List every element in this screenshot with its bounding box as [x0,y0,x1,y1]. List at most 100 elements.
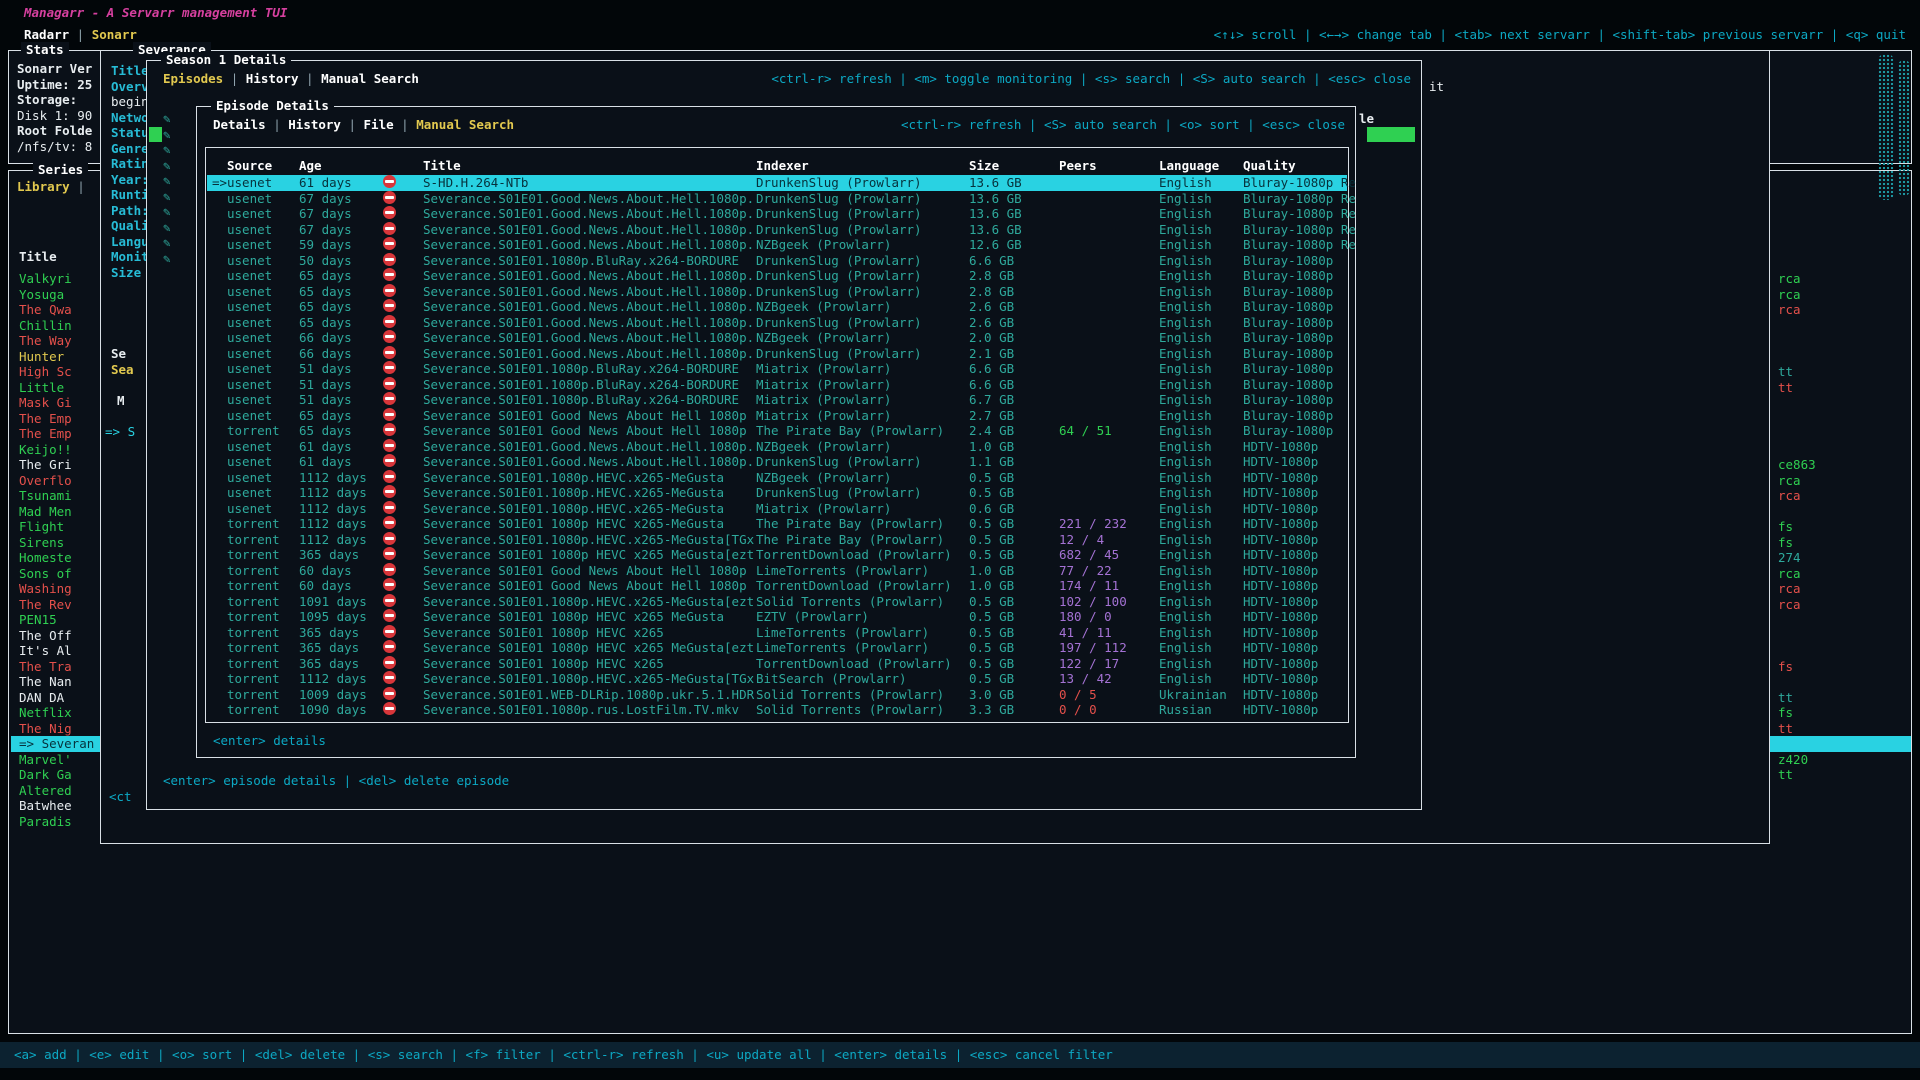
release-title: Severance.S01E01.Good.News.About.Hell.10… [423,284,754,300]
episode-hint: <enter> details [213,733,326,749]
release-row[interactable]: torrent1112 daysSeverance.S01E01.1080p.H… [207,671,1347,687]
column-header-title[interactable]: Title [423,158,461,174]
column-header-size[interactable]: Size [969,158,999,174]
release-title: Severance.S01E01.Good.News.About.Hell.10… [423,268,754,284]
release-source: usenet [227,330,272,346]
release-size: 13.6 GB [969,175,1022,191]
release-row[interactable]: usenet51 daysSeverance.S01E01.1080p.BluR… [207,361,1347,377]
rejected-icon [383,609,396,622]
tab-separator: | [266,117,289,132]
release-row[interactable]: torrent1112 daysSeverance S01E01 1080p H… [207,516,1347,532]
release-row[interactable]: usenet65 daysSeverance.S01E01.Good.News.… [207,315,1347,331]
release-row[interactable]: torrent1112 daysSeverance.S01E01.1080p.H… [207,532,1347,548]
tab-sonarr[interactable]: Sonarr [92,27,137,42]
release-row[interactable]: torrent365 daysSeverance S01E01 1080p HE… [207,547,1347,563]
column-header-age[interactable]: Age [299,158,322,174]
rejected-icon [383,454,396,467]
release-size: 0.6 GB [969,501,1014,517]
release-row[interactable]: usenet59 daysSeverance.S01E01.Good.News.… [207,237,1347,253]
release-size: 0.5 GB [969,594,1014,610]
release-row[interactable]: usenet51 daysSeverance.S01E01.1080p.BluR… [207,377,1347,393]
column-header-idx[interactable]: Indexer [756,158,809,174]
release-title: Severance.S01E01.1080p.HEVC.x265-MeGusta [423,501,724,517]
column-header-peers[interactable]: Peers [1059,158,1097,174]
release-row[interactable]: torrent365 daysSeverance S01E01 1080p HE… [207,640,1347,656]
release-row[interactable]: torrent1090 daysSeverance.S01E01.1080p.r… [207,702,1347,718]
release-row[interactable]: usenet65 daysSeverance.S01E01.Good.News.… [207,299,1347,315]
release-title: Severance.S01E01.1080p.HEVC.x265-MeGusta… [423,671,754,687]
episodes-header-fragment: le [1359,111,1374,127]
column-header-qual[interactable]: Quality [1243,158,1296,174]
rejected-icon [383,346,396,359]
release-title: Severance S01E01 Good News About Hell 10… [423,423,747,439]
release-row[interactable]: =>usenet61 daysS-HD.H.264-NTbDrunkenSlug… [207,175,1347,191]
release-row[interactable]: usenet61 daysSeverance.S01E01.Good.News.… [207,454,1347,470]
release-row[interactable]: usenet65 daysSeverance.S01E01.Good.News.… [207,284,1347,300]
rejected-icon [383,625,396,638]
tab-manual-search[interactable]: Manual Search [416,117,514,132]
selected-episode-quality-highlight [1367,127,1415,142]
release-row[interactable]: torrent1009 daysSeverance.S01E01.WEB-DLR… [207,687,1347,703]
tab-history[interactable]: History [288,117,341,132]
tab-file[interactable]: File [364,117,394,132]
release-indexer: LimeTorrents (Prowlarr) [756,640,929,656]
rejected-icon [383,702,396,715]
tab-history[interactable]: History [246,71,299,86]
episode-window-title: Episode Details [211,98,334,114]
release-row[interactable]: torrent1095 daysSeverance S01E01 1080p H… [207,609,1347,625]
selected-season-fragment[interactable]: => S [105,424,135,440]
seasons-title-fragment: Se [111,346,126,362]
rejected-icon [383,253,396,266]
column-header-src[interactable]: Source [227,158,272,174]
series-field-label: Runti [111,187,149,203]
tab-details[interactable]: Details [213,117,266,132]
release-row[interactable]: usenet66 daysSeverance.S01E01.Good.News.… [207,346,1347,362]
tab-manual-search[interactable]: Manual Search [321,71,419,86]
tab-separator: | [69,27,92,42]
release-row[interactable]: usenet50 daysSeverance.S01E01.1080p.BluR… [207,253,1347,269]
series-field-label: Path: [111,203,149,219]
release-row[interactable]: torrent65 daysSeverance S01E01 Good News… [207,423,1347,439]
release-row[interactable]: torrent60 daysSeverance S01E01 Good News… [207,578,1347,594]
release-row[interactable]: usenet1112 daysSeverance.S01E01.1080p.HE… [207,501,1347,517]
release-age: 66 days [299,346,352,362]
release-quality: HDTV-1080p [1243,594,1318,610]
release-row[interactable]: usenet65 daysSeverance S01E01 Good News … [207,408,1347,424]
release-quality: Bluray-1080p [1243,423,1333,439]
column-header-lang[interactable]: Language [1159,158,1219,174]
release-row[interactable]: torrent1091 daysSeverance.S01E01.1080p.H… [207,594,1347,610]
rejected-icon [383,671,396,684]
release-row[interactable]: usenet1112 daysSeverance.S01E01.1080p.HE… [207,485,1347,501]
rejected-icon [383,408,396,421]
release-peers: 102 / 100 [1059,594,1127,610]
release-row[interactable]: usenet67 daysSeverance.S01E01.Good.News.… [207,222,1347,238]
release-row[interactable]: usenet67 daysSeverance.S01E01.Good.News.… [207,191,1347,207]
release-row[interactable]: usenet1112 daysSeverance.S01E01.1080p.HE… [207,470,1347,486]
release-title: Severance.S01E01.WEB-DLRip.1080p.ukr.5.1… [423,687,754,703]
tab-separator: | [394,117,417,132]
stats-line: Uptime: 25 [17,77,92,93]
tab-radarr[interactable]: Radarr [24,27,69,42]
release-row[interactable]: usenet67 daysSeverance.S01E01.Good.News.… [207,206,1347,222]
tab-episodes[interactable]: Episodes [163,71,223,86]
monitored-pencil-icon: ✎ [163,220,171,236]
release-title: Severance.S01E01.1080p.BluRay.x264-BORDU… [423,392,739,408]
release-quality: HDTV-1080p [1243,656,1318,672]
release-title: Severance.S01E01.1080p.BluRay.x264-BORDU… [423,253,739,269]
release-size: 1.1 GB [969,454,1014,470]
release-language: English [1159,609,1212,625]
release-title: Severance.S01E01.Good.News.About.Hell.10… [423,206,754,222]
release-quality: HDTV-1080p [1243,640,1318,656]
stats-line: Sonarr Ver [17,61,92,77]
seasons-header-fragment: M [117,393,125,409]
release-row[interactable]: torrent365 daysSeverance S01E01 1080p HE… [207,625,1347,641]
release-title: Severance S01E01 1080p HEVC x265-MeGusta [423,516,724,532]
release-row[interactable]: usenet61 daysSeverance.S01E01.Good.News.… [207,439,1347,455]
release-row[interactable]: torrent365 daysSeverance S01E01 1080p HE… [207,656,1347,672]
release-size: 13.6 GB [969,191,1022,207]
release-row[interactable]: usenet51 daysSeverance.S01E01.1080p.BluR… [207,392,1347,408]
release-title: Severance S01E01 Good News About Hell 10… [423,563,747,579]
release-row[interactable]: torrent60 daysSeverance S01E01 Good News… [207,563,1347,579]
release-row[interactable]: usenet66 daysSeverance.S01E01.Good.News.… [207,330,1347,346]
release-row[interactable]: usenet65 daysSeverance.S01E01.Good.News.… [207,268,1347,284]
